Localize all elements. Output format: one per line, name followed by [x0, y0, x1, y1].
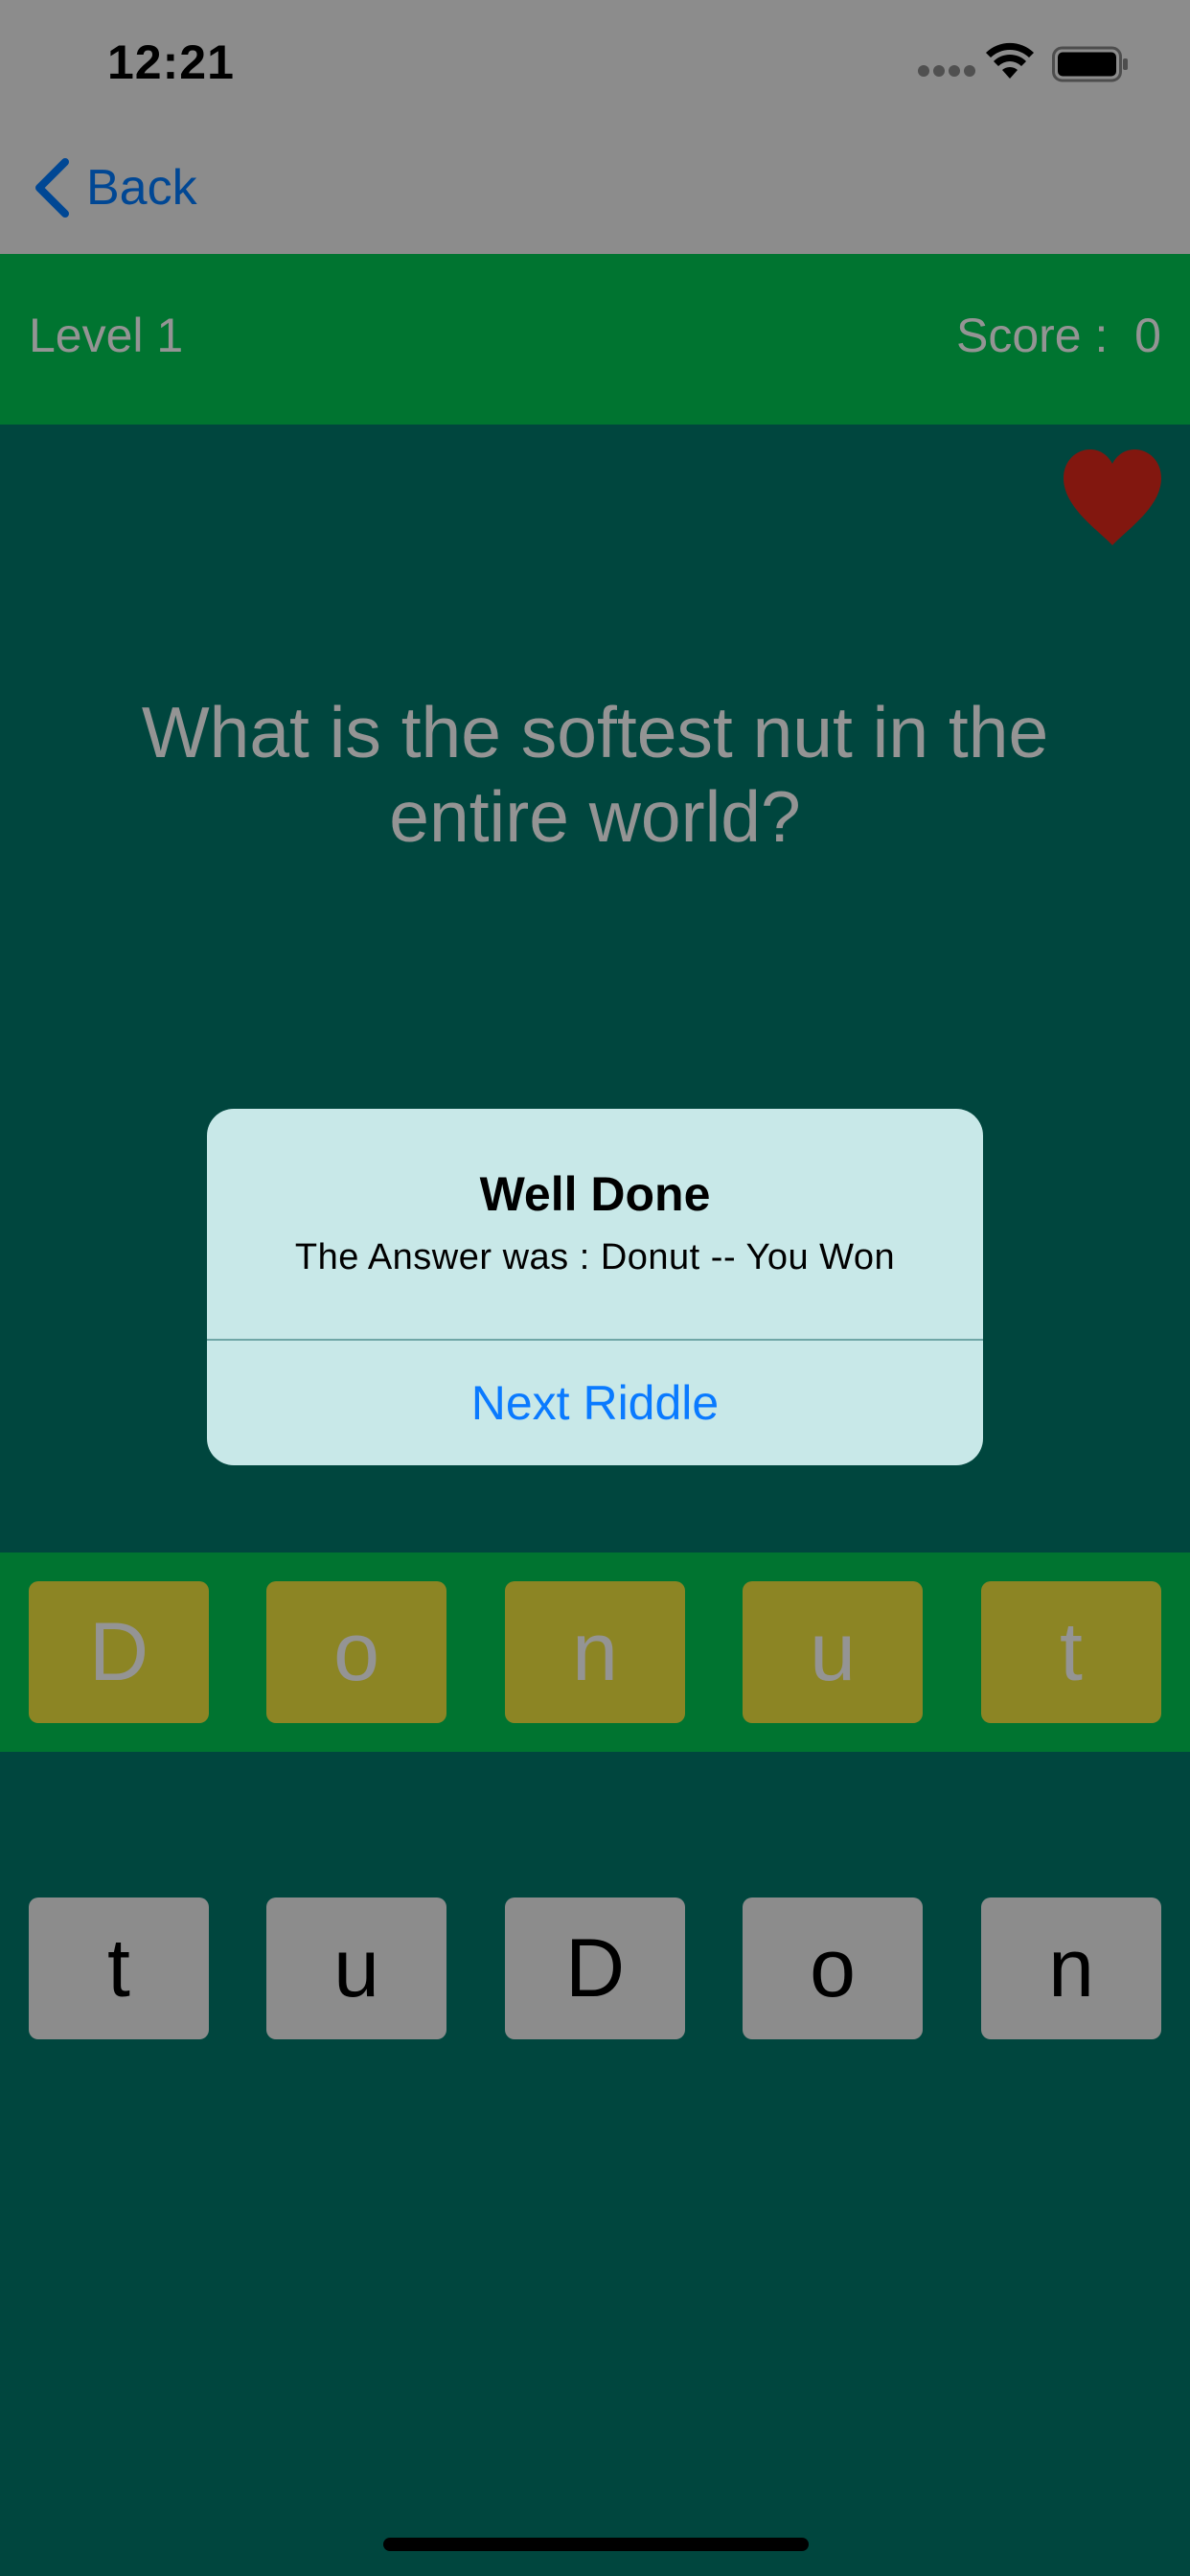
alert-dialog: Well Done The Answer was : Donut -- You … — [207, 1109, 983, 1465]
game-screen: 12:21 Back Level 1 Score : 0 What is the… — [0, 0, 1190, 2576]
alert-message: The Answer was : Donut -- You Won — [294, 1237, 896, 1277]
home-indicator[interactable] — [383, 2538, 809, 2551]
alert-title: Well Done — [479, 1167, 711, 1221]
next-riddle-button[interactable]: Next Riddle — [207, 1341, 983, 1465]
